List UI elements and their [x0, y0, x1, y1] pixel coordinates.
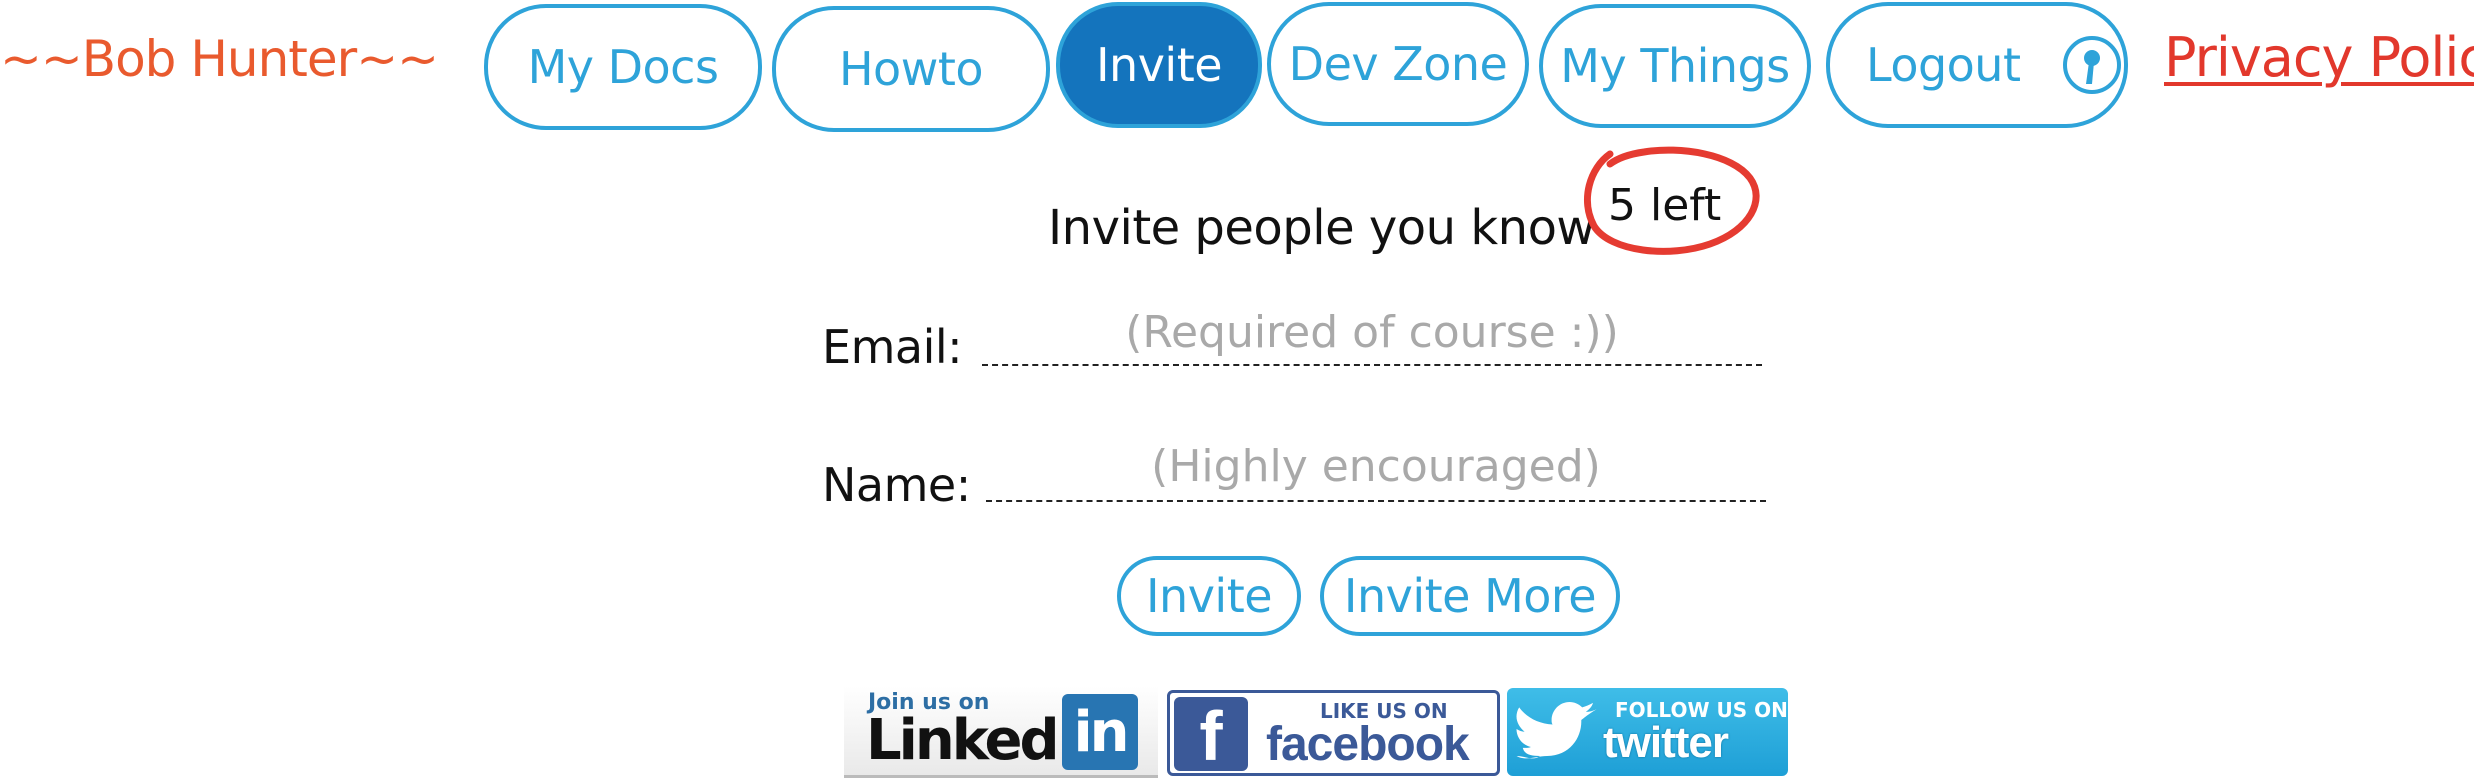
nav-invite-label: Invite [1095, 38, 1223, 92]
privacy-policy-link[interactable]: Privacy Policy [2164, 26, 2474, 89]
facebook-f-icon: f [1174, 697, 1248, 771]
nav-dev-zone-label: Dev Zone [1288, 37, 1508, 91]
nav-my-docs-button[interactable]: My Docs [484, 4, 762, 130]
linkedin-badge[interactable]: Join us on Linked in [844, 686, 1158, 778]
nav-my-docs-label: My Docs [527, 40, 719, 94]
twitter-badge[interactable]: FOLLOW US ON twitter [1507, 688, 1788, 776]
nav-logout-label: Logout [1866, 38, 2021, 92]
power-icon [2061, 34, 2123, 96]
facebook-wordmark: facebook [1266, 718, 1470, 771]
email-field[interactable] [982, 300, 1762, 366]
nav-invite-button[interactable]: Invite [1056, 2, 1262, 128]
invite-button[interactable]: Invite [1117, 556, 1301, 636]
nav-dev-zone-button[interactable]: Dev Zone [1267, 2, 1529, 126]
name-field[interactable] [986, 432, 1766, 502]
nav-my-things-label: My Things [1560, 39, 1790, 93]
linkedin-in-icon: in [1062, 694, 1138, 770]
invite-heading: Invite people you know [1048, 200, 1596, 256]
name-label: Name: [822, 458, 971, 512]
bird-icon [1515, 702, 1601, 766]
main-nav: My Docs Howto Invite Dev Zone My Things … [0, 0, 2474, 140]
facebook-badge[interactable]: f LIKE US ON facebook [1167, 690, 1500, 776]
email-label: Email: [822, 320, 963, 374]
remaining-invites-text: 5 left [1608, 180, 1722, 231]
twitter-wordmark: twitter [1603, 718, 1729, 767]
nav-howto-label: Howto [838, 42, 984, 96]
remaining-invites-badge: 5 left [1560, 140, 1770, 270]
nav-logout-button[interactable]: Logout [1826, 2, 2128, 128]
nav-my-things-button[interactable]: My Things [1539, 4, 1811, 128]
linkedin-wordmark: Linked [866, 708, 1060, 773]
invite-more-button[interactable]: Invite More [1320, 556, 1620, 636]
nav-howto-button[interactable]: Howto [772, 6, 1050, 132]
